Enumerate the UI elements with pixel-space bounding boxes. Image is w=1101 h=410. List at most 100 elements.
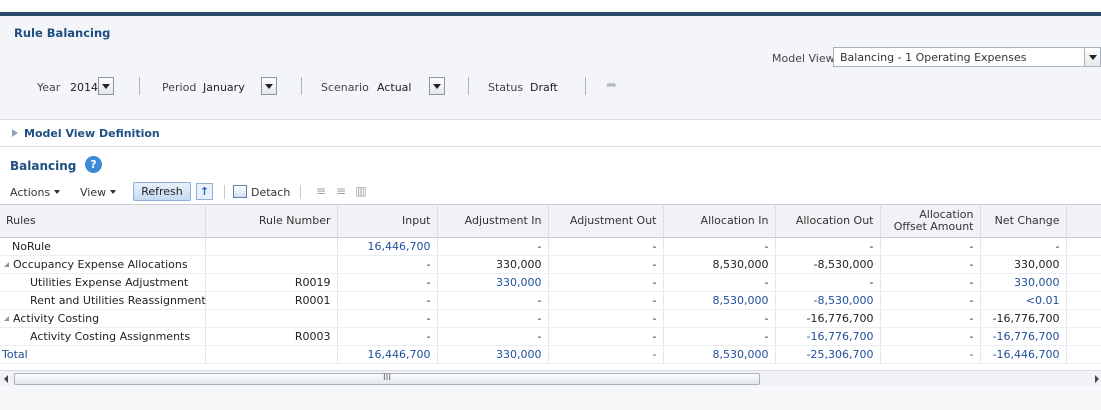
pov-bar: Year 2014 Period January Scenario Actual…: [0, 74, 700, 98]
adjustment-in-cell[interactable]: 330,000: [437, 273, 549, 292]
column-header-adjustment-in[interactable]: Adjustment In: [437, 204, 549, 238]
table-row[interactable]: Utilities Expense Adjustment R0019 - 330…: [0, 273, 1101, 292]
model-view-dropdown-button[interactable]: [1084, 48, 1100, 66]
refresh-button[interactable]: Refresh: [133, 182, 191, 201]
status-value: Draft: [530, 81, 558, 94]
column-header-adjustment-out[interactable]: Adjustment Out: [548, 204, 664, 238]
column-header-rules[interactable]: Rules: [0, 204, 206, 238]
scenario-dropdown-button[interactable]: [429, 77, 445, 95]
model-view-definition-section[interactable]: Model View Definition: [0, 120, 1101, 147]
filler-cell: [1066, 345, 1101, 364]
expand-row-icon[interactable]: [4, 316, 9, 321]
rule-number-cell: R0019: [205, 273, 338, 292]
expand-all-icon[interactable]: ≡: [314, 185, 328, 198]
allocation-out-cell[interactable]: -16,776,700: [775, 327, 881, 346]
model-view-definition-label[interactable]: Model View Definition: [24, 127, 160, 140]
rule-balancing-header: Rule Balancing Model View Balancing - 1 …: [0, 16, 1101, 120]
freeze-icon[interactable]: ▥: [354, 185, 368, 198]
period-value: January: [203, 81, 245, 94]
detach-button[interactable]: Detach: [251, 186, 290, 199]
year-value: 2014: [70, 81, 98, 94]
column-header-net-change[interactable]: Net Change: [980, 204, 1067, 238]
adjustment-out-cell: -: [548, 309, 664, 328]
allocation-out-cell: -8,530,000: [775, 255, 881, 274]
column-header-rule-number[interactable]: Rule Number: [205, 204, 338, 238]
expand-triangle-icon[interactable]: [12, 129, 18, 137]
chevron-down-icon: [102, 84, 110, 89]
rule-cell: Occupancy Expense Allocations: [0, 255, 206, 274]
total-row: Total 16,446,700 330,000 - 8,530,000 -25…: [0, 345, 1101, 364]
model-view-value: Balancing - 1 Operating Expenses: [840, 51, 1027, 64]
offset-total-cell: -: [880, 345, 981, 364]
column-header-allocation-offset-amount[interactable]: Allocation Offset Amount: [880, 204, 981, 238]
table-row[interactable]: Occupancy Expense Allocations - 330,000 …: [0, 255, 1101, 274]
adjustment-in-total-cell: 330,000: [437, 345, 549, 364]
scroll-right-icon[interactable]: [1095, 375, 1099, 383]
chevron-down-icon: [433, 84, 441, 89]
redo-icon[interactable]: ➦: [606, 78, 617, 93]
allocation-out-cell: -: [775, 237, 881, 256]
offset-cell: -: [880, 255, 981, 274]
adjustment-out-cell: -: [548, 327, 664, 346]
adjustment-in-cell: 330,000: [437, 255, 549, 274]
offset-cell: -: [880, 237, 981, 256]
allocation-in-cell[interactable]: 8,530,000: [663, 291, 776, 310]
net-change-cell[interactable]: 330,000: [980, 273, 1067, 292]
table-row[interactable]: Activity Costing - - - - -16,776,700 - -…: [0, 309, 1101, 328]
detach-icon[interactable]: [233, 185, 247, 198]
table-row[interactable]: Rent and Utilities Reassignment R0001 - …: [0, 291, 1101, 310]
input-cell[interactable]: 16,446,700: [337, 237, 438, 256]
adjustment-out-cell: -: [548, 237, 664, 256]
net-change-cell[interactable]: -16,776,700: [980, 327, 1067, 346]
column-header-allocation-out[interactable]: Allocation Out: [775, 204, 881, 238]
balancing-title: Balancing: [10, 159, 77, 173]
rule-label: Activity Costing: [13, 312, 100, 325]
input-cell: -: [337, 273, 438, 292]
help-icon[interactable]: ?: [85, 156, 102, 173]
view-menu[interactable]: View: [80, 186, 117, 199]
input-cell: -: [337, 255, 438, 274]
rule-number-cell: [205, 237, 338, 256]
caret-down-icon: [54, 190, 61, 194]
period-label: Period: [162, 81, 197, 94]
adjustment-out-cell: -: [548, 255, 664, 274]
adjustment-in-cell: -: [437, 237, 549, 256]
actions-menu[interactable]: Actions: [10, 186, 61, 199]
scroll-left-icon[interactable]: [4, 375, 8, 383]
offset-cell: -: [880, 327, 981, 346]
allocation-in-cell: -: [663, 237, 776, 256]
column-header-filler: [1066, 204, 1101, 238]
allocation-out-cell[interactable]: -8,530,000: [775, 291, 881, 310]
collapse-all-icon[interactable]: ≡: [334, 185, 348, 198]
pov-divider: [301, 77, 302, 95]
table-row[interactable]: NoRule 16,446,700 - - - - - -: [0, 237, 1101, 256]
model-view-select[interactable]: Balancing - 1 Operating Expenses: [833, 47, 1101, 67]
adjustment-in-cell: -: [437, 309, 549, 328]
column-header-allocation-in[interactable]: Allocation In: [663, 204, 776, 238]
scrollbar-thumb[interactable]: III: [14, 373, 760, 385]
period-dropdown-button[interactable]: [261, 77, 277, 95]
rule-cell: NoRule: [0, 237, 206, 256]
allocation-in-cell: -: [663, 273, 776, 292]
table-row[interactable]: Activity Costing Assignments R0003 - - -…: [0, 327, 1101, 346]
net-change-cell[interactable]: <0.01: [980, 291, 1067, 310]
allocation-out-total-cell: -25,306,700: [775, 345, 881, 364]
year-label: Year: [37, 81, 61, 94]
column-header-input[interactable]: Input: [337, 204, 438, 238]
horizontal-scrollbar[interactable]: III: [0, 370, 1101, 386]
adjustment-in-cell: -: [437, 327, 549, 346]
scenario-value: Actual: [377, 81, 412, 94]
offset-cell: -: [880, 291, 981, 310]
expand-row-icon[interactable]: [4, 262, 9, 267]
export-icon[interactable]: ↑: [196, 183, 213, 200]
adjustment-out-cell: -: [548, 291, 664, 310]
adjustment-in-cell: -: [437, 291, 549, 310]
year-dropdown-button[interactable]: [98, 77, 114, 95]
adjustment-out-cell: -: [548, 273, 664, 292]
rule-number-cell: R0001: [205, 291, 338, 310]
table-toolbar: Actions View Refresh ↑ Detach ≡ ≡ ▥: [0, 180, 1101, 204]
rule-cell: Utilities Expense Adjustment: [0, 273, 206, 292]
net-change-cell: -16,776,700: [980, 309, 1067, 328]
pov-divider: [468, 77, 469, 95]
filler-cell: [1066, 291, 1101, 310]
